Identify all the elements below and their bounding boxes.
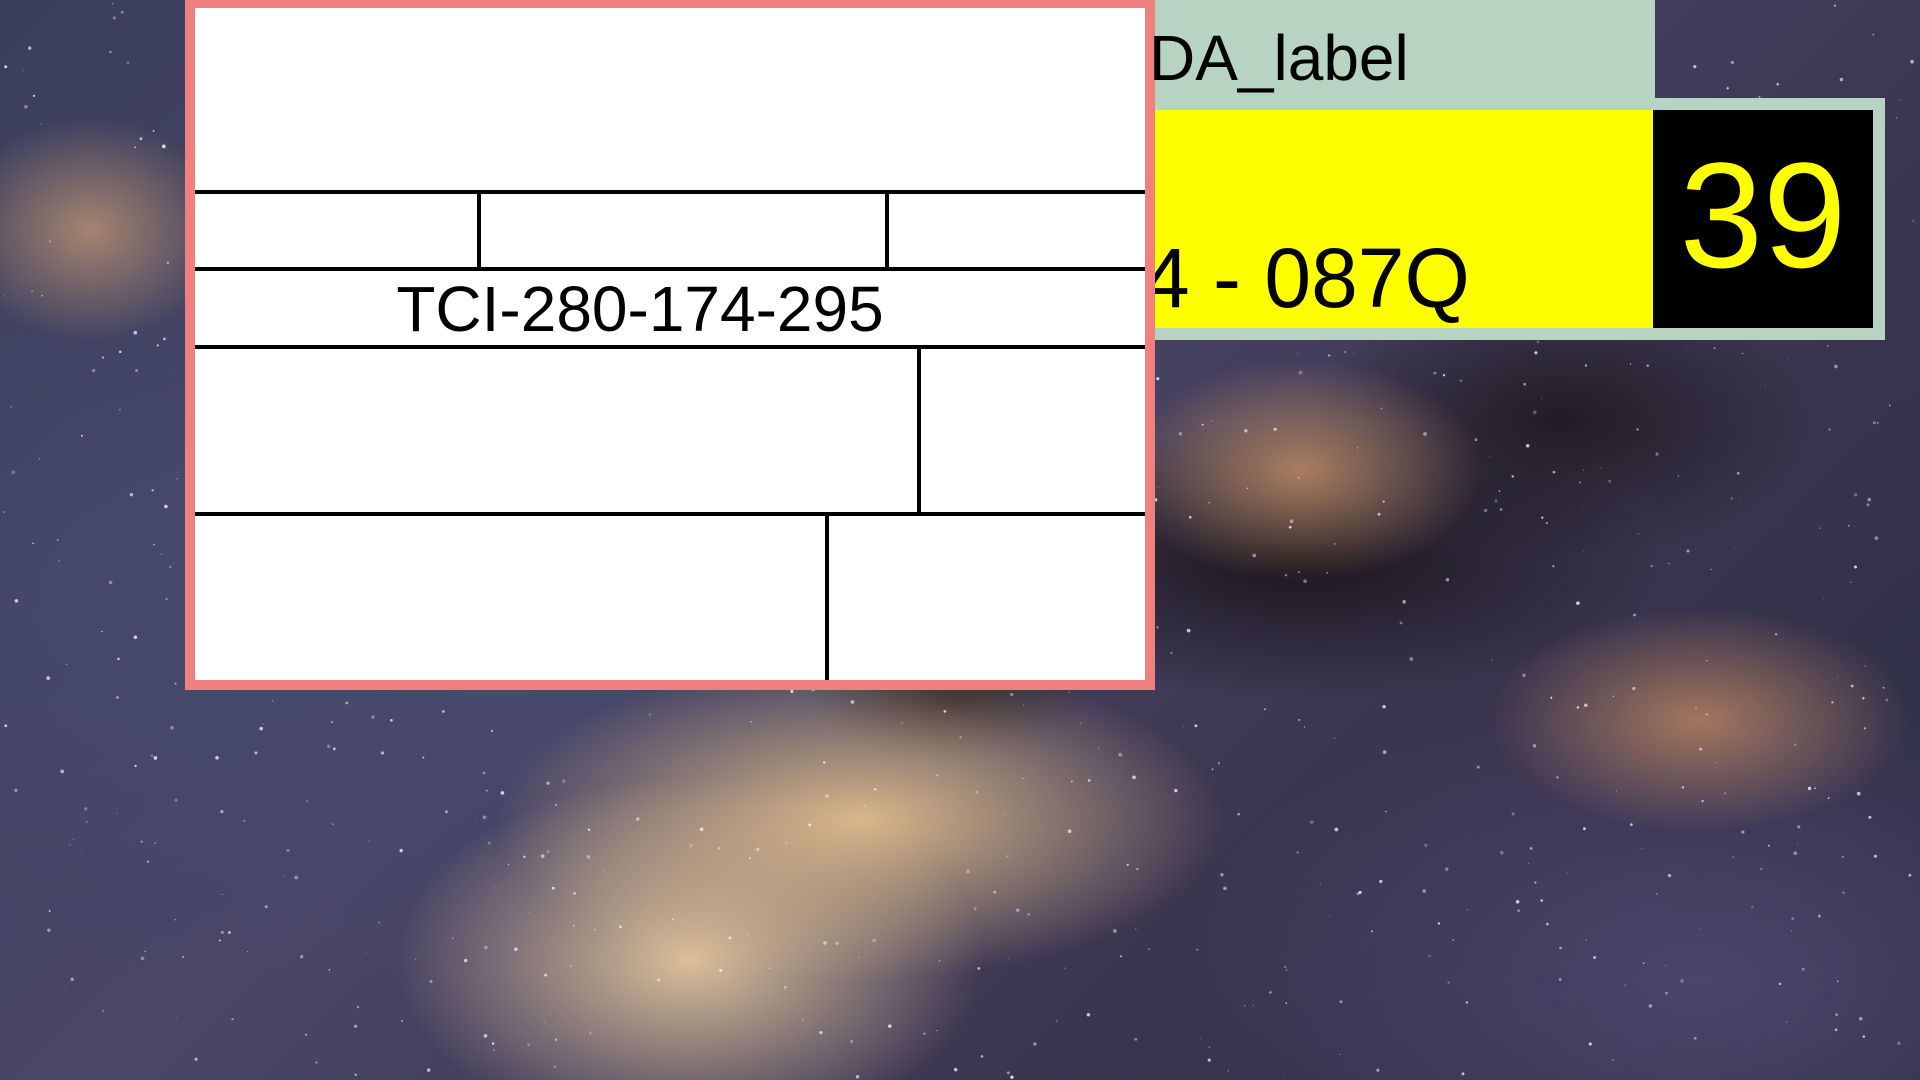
document-form-card: TCI-280-174-295 bbox=[185, 0, 1155, 690]
plate-frame: 4 - 087Q 39 bbox=[1155, 98, 1885, 340]
plate-number: 39 bbox=[1679, 131, 1847, 299]
label-panel: DA_label bbox=[1149, 0, 1655, 98]
label-text: DA_label bbox=[1149, 22, 1409, 94]
form-column-divider-2 bbox=[885, 190, 889, 270]
form-id-text: TCI-280-174-295 bbox=[396, 273, 884, 345]
form-divider-3 bbox=[195, 345, 1145, 349]
form-column-divider-3 bbox=[917, 345, 921, 513]
plate-code: 4 - 087Q bbox=[1155, 231, 1470, 325]
form-column-divider-4 bbox=[825, 512, 829, 680]
form-divider-4 bbox=[195, 512, 1145, 516]
form-divider-1 bbox=[195, 190, 1145, 194]
plate: 4 - 087Q 39 bbox=[1155, 110, 1873, 328]
form-top-border bbox=[195, 0, 1145, 8]
form-divider-2 bbox=[195, 267, 1145, 271]
form-column-divider-1 bbox=[477, 190, 481, 270]
plate-number-box: 39 bbox=[1653, 110, 1873, 328]
